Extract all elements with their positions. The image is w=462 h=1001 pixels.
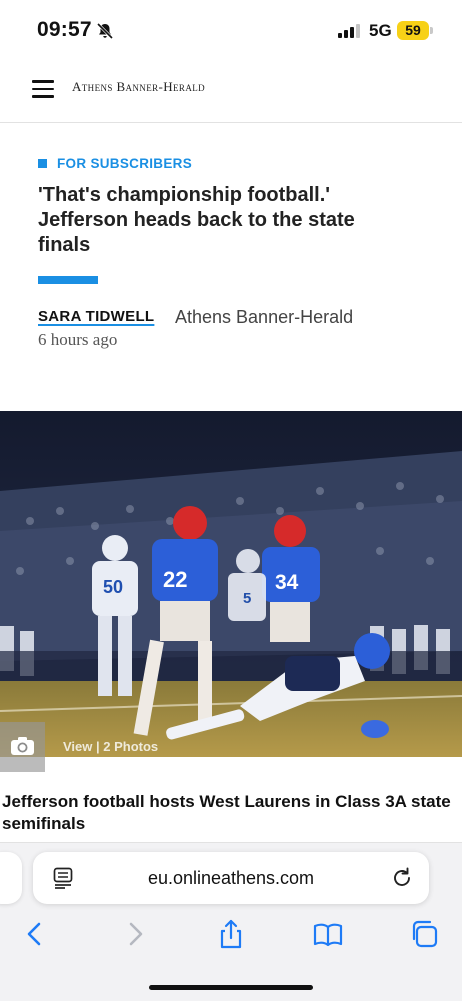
cellular-signal-icon (338, 24, 360, 38)
battery-tip (430, 27, 433, 34)
svg-text:34: 34 (275, 571, 299, 594)
battery-indicator: 59 (397, 21, 429, 40)
hamburger-menu-icon[interactable] (32, 80, 54, 98)
site-logo[interactable]: Athens Banner-Herald (72, 79, 205, 95)
address-bar[interactable]: eu.onlineathens.com (33, 852, 429, 904)
svg-text:5: 5 (243, 590, 251, 607)
previous-tab-preview[interactable] (0, 852, 22, 904)
home-indicator (149, 985, 313, 990)
bell-slash-icon (96, 22, 114, 40)
camera-icon (11, 737, 34, 755)
site-header: Athens Banner-Herald (0, 62, 462, 123)
publish-time: 6 hours ago (38, 330, 118, 349)
article-photo[interactable]: 50 22 34 5 (0, 411, 462, 757)
svg-text:22: 22 (163, 567, 187, 592)
reload-icon[interactable] (391, 867, 413, 889)
view-photos-link[interactable]: View | 2 Photos (63, 739, 158, 754)
status-time: 09:57 (37, 18, 92, 41)
author-link[interactable]: SARA TIDWELL (38, 308, 154, 325)
network-type: 5G (369, 21, 392, 40)
headline-accent-bar (38, 276, 98, 284)
subscriber-label-text: FOR SUBSCRIBERS (57, 156, 193, 171)
share-icon[interactable] (216, 919, 246, 949)
browser-toolbar: eu.onlineathens.com (0, 842, 462, 1001)
label-square-icon (38, 159, 47, 168)
article-headline: 'That's championship football.' Jefferso… (38, 184, 355, 256)
forward-chevron-icon[interactable] (120, 919, 150, 949)
subscriber-label: FOR SUBSCRIBERS (38, 156, 192, 171)
photo-caption: Jefferson football hosts West Laurens in… (2, 792, 451, 833)
url-text[interactable]: eu.onlineathens.com (33, 868, 429, 889)
bookmarks-icon[interactable] (313, 919, 343, 949)
publication-name: Athens Banner-Herald (175, 307, 354, 327)
tabs-icon[interactable] (410, 919, 440, 949)
photo-gallery-button[interactable] (0, 722, 45, 772)
back-chevron-icon[interactable] (20, 919, 50, 949)
svg-text:50: 50 (103, 577, 123, 597)
status-bar: 09:57 5G 59 (0, 0, 462, 62)
